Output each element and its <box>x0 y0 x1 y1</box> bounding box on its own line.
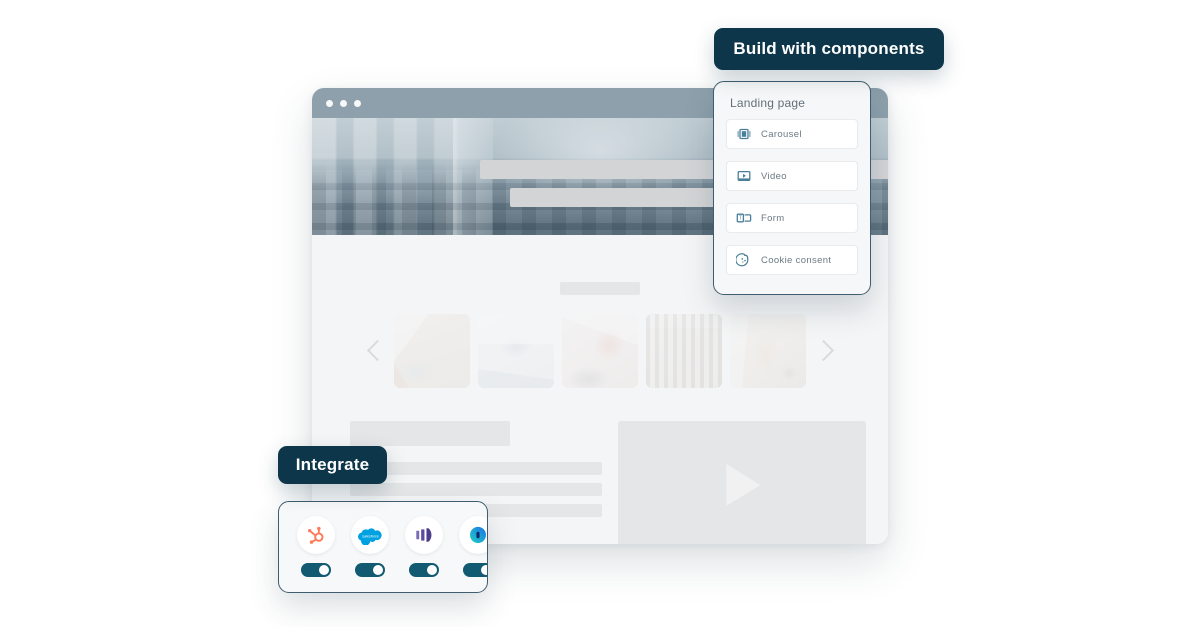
toggle-knob <box>481 565 487 575</box>
carousel-component <box>312 311 888 391</box>
cookie-icon <box>735 252 752 268</box>
thumbnail-1[interactable] <box>394 314 470 388</box>
video-icon <box>736 168 752 184</box>
form-icon: T <box>736 210 752 226</box>
integration-marketo[interactable] <box>405 516 443 577</box>
integration-analytics[interactable] <box>459 516 487 577</box>
play-icon <box>726 463 761 506</box>
thumbnail-3[interactable] <box>562 314 638 388</box>
toggle-knob <box>373 565 383 575</box>
svg-text:T: T <box>739 216 742 222</box>
component-item-video[interactable]: Video <box>726 161 858 191</box>
window-dot-close[interactable] <box>326 99 333 107</box>
chevron-right-icon[interactable] <box>814 334 834 368</box>
thumbnail-5[interactable] <box>730 314 806 388</box>
svg-text:salesforce: salesforce <box>362 534 379 538</box>
component-item-carousel[interactable]: Carousel <box>726 119 858 149</box>
toggle-knob <box>319 565 329 575</box>
section-heading-placeholder <box>560 282 640 295</box>
thumbnail-2[interactable] <box>478 314 554 388</box>
salesforce-logo-icon: salesforce <box>351 516 389 554</box>
component-label: Video <box>761 170 787 182</box>
hero-subheadline-placeholder <box>510 188 720 207</box>
chevron-left-icon[interactable] <box>366 334 386 368</box>
component-item-cookie-consent[interactable]: Cookie consent <box>726 245 858 275</box>
components-panel: Landing page Carousel Video T Form Cooki… <box>713 81 871 295</box>
analytics-logo-icon <box>459 516 487 554</box>
component-label: Carousel <box>761 128 802 140</box>
window-dot-maximize[interactable] <box>354 99 361 107</box>
content-line-placeholder <box>350 483 602 496</box>
integration-toggle-marketo[interactable] <box>409 563 439 577</box>
integration-toggle-analytics[interactable] <box>463 563 487 577</box>
component-item-form[interactable]: T Form <box>726 203 858 233</box>
content-line-placeholder <box>350 462 602 475</box>
carousel-icon <box>736 126 752 142</box>
window-dot-minimize[interactable] <box>340 99 347 107</box>
integrations-list: salesforce <box>297 516 487 577</box>
component-label: Cookie consent <box>761 254 832 266</box>
integration-salesforce[interactable]: salesforce <box>351 516 389 577</box>
video-component-placeholder[interactable] <box>618 421 866 544</box>
content-title-placeholder <box>350 421 510 446</box>
integration-toggle-salesforce[interactable] <box>355 563 385 577</box>
components-panel-title: Landing page <box>730 96 806 110</box>
integration-hubspot[interactable] <box>297 516 335 577</box>
marketo-logo-icon <box>405 516 443 554</box>
badge-integrate: Integrate <box>278 446 387 484</box>
integration-toggle-hubspot[interactable] <box>301 563 331 577</box>
integrations-card: salesforce <box>278 501 488 593</box>
hubspot-logo-icon <box>297 516 335 554</box>
toggle-knob <box>427 565 437 575</box>
component-label: Form <box>761 212 785 224</box>
page-root: Build with components Landing page Carou… <box>0 0 1200 627</box>
thumbnail-4[interactable] <box>646 314 722 388</box>
badge-build-with-components: Build with components <box>714 28 944 70</box>
